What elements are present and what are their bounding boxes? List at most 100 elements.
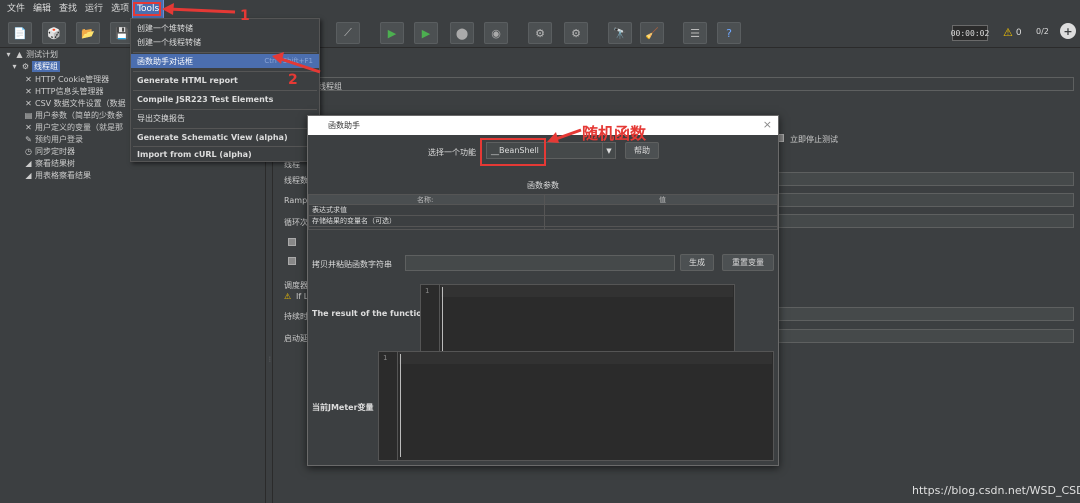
chevron-down-icon[interactable]: ▼ (602, 143, 615, 158)
same-user-checkbox[interactable] (288, 238, 296, 246)
function-helper-icon[interactable]: ☰ (683, 22, 707, 44)
menu-item-compile-jsr223[interactable]: Compile JSR223 Test Elements (131, 92, 319, 106)
function-helper-dialog: 函数助手 × 选择一个功能 __BeanShell ▼ 帮助 函数参数 名称: … (307, 115, 779, 466)
line-gutter: 1 (379, 352, 398, 460)
menu-search[interactable]: 查找 (55, 0, 81, 18)
label-ramp-up: Ramp (284, 196, 308, 205)
toggle-icon[interactable]: ⟋ (336, 22, 360, 44)
ramp-up-field[interactable] (774, 193, 1074, 207)
table-row[interactable]: 存储结果的变量名（可选） (309, 216, 777, 227)
document-icon: ▤ (24, 111, 33, 120)
loop-field[interactable] (774, 214, 1074, 228)
help-button[interactable]: 帮助 (625, 142, 659, 159)
stop-icon[interactable]: ⬤ (450, 22, 474, 44)
dialog-title: 函数助手 (308, 116, 778, 135)
gear-icon: ⚙ (21, 62, 30, 71)
tree-node-user-variables[interactable]: ✕ 用户定义的变量（就是那 (24, 122, 123, 133)
table-row[interactable]: 表达式求值 (309, 205, 777, 216)
shutdown-icon[interactable]: ◉ (484, 22, 508, 44)
timer-icon: ◷ (25, 147, 32, 156)
open-icon[interactable]: 📂 (76, 22, 100, 44)
menu-file[interactable]: 文件 (3, 0, 29, 18)
delay-checkbox[interactable] (288, 257, 296, 265)
warning-icon: ⚠ (1003, 26, 1013, 39)
menu-item-export-report[interactable]: 导出交换报告 (131, 111, 319, 125)
annotation-label-random-function: 随机函数 (582, 124, 647, 143)
elapsed-timer: 00:00:02 (951, 25, 989, 41)
startup-delay-field[interactable] (774, 329, 1074, 343)
menu-item-heap-dump[interactable]: 创建一个堆转储 (131, 21, 319, 35)
label-startup-delay: 启动延 (284, 334, 308, 343)
col-name-header: 名称: (417, 196, 434, 204)
menu-item-import-curl[interactable]: Import from cURL (alpha) (131, 147, 319, 161)
remote-start-icon[interactable]: + (1060, 23, 1076, 39)
new-icon[interactable]: 📄 (8, 22, 32, 44)
templates-icon[interactable]: 🎲 (42, 22, 66, 44)
thread-count-field[interactable] (774, 172, 1074, 186)
annotation-arrow-1 (162, 3, 236, 15)
annotation-box-tools (133, 2, 161, 16)
duration-field[interactable] (774, 307, 1074, 321)
expand-icon[interactable]: ▾ (10, 62, 19, 71)
params-table: 名称: 值 表达式求值 存储结果的变量名（可选） (308, 194, 778, 230)
tree-node-sync-timer[interactable]: ◷ 同步定时器 (24, 146, 75, 157)
tree-node-results-tree[interactable]: ◢ 察看结果树 (24, 158, 75, 169)
start-icon[interactable]: ▶ (380, 22, 404, 44)
menu-options[interactable]: 选项 (107, 0, 133, 18)
reset-search-icon[interactable]: 🧹 (640, 22, 664, 44)
close-icon[interactable]: × (763, 118, 772, 131)
label-thread-count: 线程数 (284, 176, 308, 185)
name-field[interactable] (310, 77, 1074, 91)
menu-item-schematic-view[interactable]: Generate Schematic View (alpha) (131, 130, 319, 144)
annotation-label-1: 1 (240, 8, 250, 24)
warning-count: 0 (1015, 27, 1022, 38)
clear-icon[interactable]: ⚙ (528, 22, 552, 44)
clear-all-icon[interactable]: ⚙ (564, 22, 588, 44)
test-plan-icon: ▲ (16, 50, 23, 59)
menu-run[interactable]: 运行 (81, 0, 107, 18)
tree-node-thread-group[interactable]: ▾ ⚙ 线程组 (10, 61, 60, 72)
select-function-label: 选择一个功能 (428, 148, 476, 157)
chart-icon: ◢ (25, 171, 32, 180)
search-icon[interactable]: 🔭 (608, 22, 632, 44)
label-loop: 循环次 (284, 218, 308, 227)
annotation-arrow-3 (547, 128, 582, 143)
copy-function-label: 拷贝并粘贴函数字符串 (312, 260, 392, 269)
tree-node-login-sampler[interactable]: ✎ 预约用户登录 (24, 134, 83, 145)
menu-edit[interactable]: 编辑 (29, 0, 55, 18)
tree-node-csv-dataset[interactable]: ✕ CSV 数据文件设置（数据 (24, 98, 126, 109)
function-string-field[interactable] (405, 255, 675, 271)
menu-separator (133, 128, 317, 129)
label-duration: 持续时 (284, 312, 308, 321)
warning-indicator[interactable]: ⚠ 0 (1003, 26, 1022, 39)
tree-node-user-params[interactable]: ▤ 用户参数（简单的少数参 (24, 110, 123, 121)
watermark: https://blog.csdn.net/WSD_CSDN (912, 484, 1080, 497)
params-table-header: 名称: 值 (309, 195, 777, 205)
result-label: The result of the function is (312, 309, 438, 318)
col-value-header: 值 (659, 196, 666, 204)
thread-count: 0/2 (1036, 27, 1049, 36)
reset-variables-button[interactable]: 重置变量 (722, 254, 774, 271)
current-line-highlight (441, 285, 733, 297)
tree-node-header-manager[interactable]: ✕ HTTP信息头管理器 (24, 86, 103, 97)
warning-icon: ⚠ (284, 292, 292, 301)
help-icon[interactable]: ? (717, 22, 741, 44)
tree-node-results-table[interactable]: ◢ 用表格察看结果 (24, 170, 91, 181)
menu-separator (133, 90, 317, 91)
config-icon: ✕ (25, 87, 32, 96)
config-icon: ✕ (25, 75, 32, 84)
expand-icon[interactable]: ▾ (4, 50, 13, 59)
chart-icon: ◢ (25, 159, 32, 168)
stop-test-label: 立即停止测试 (790, 135, 838, 144)
tree-node-test-plan[interactable]: ▾ ▲ 测试计划 (4, 49, 58, 60)
start-no-pauses-icon[interactable]: ▶ (414, 22, 438, 44)
grip-icon[interactable]: ⋮ (267, 356, 273, 364)
annotation-arrow-2 (272, 52, 321, 74)
generate-button[interactable]: 生成 (680, 254, 714, 271)
current-line-highlight (399, 352, 772, 364)
tree-node-cookie-manager[interactable]: ✕ HTTP Cookie管理器 (24, 74, 109, 85)
jmeter-variables-label: 当前JMeter变量 (312, 403, 374, 412)
jmeter-variables-editor[interactable]: 1 (378, 351, 774, 461)
label-scheduler: 调度器 (284, 281, 308, 290)
annotation-box-function (480, 138, 546, 166)
